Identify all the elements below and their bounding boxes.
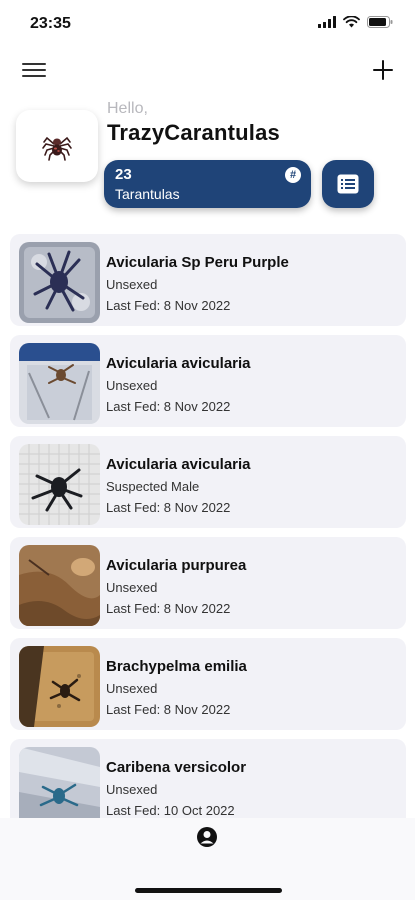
greeting-section: Hello, TrazyCarantulas 23 Tarantulas # bbox=[0, 100, 415, 220]
bottom-tab-bar bbox=[0, 818, 415, 900]
list-icon bbox=[337, 174, 359, 194]
tarantula-photo bbox=[19, 747, 100, 819]
sex-label: Unsexed bbox=[106, 782, 158, 797]
tarantula-count-card[interactable]: 23 Tarantulas # bbox=[104, 160, 311, 208]
sex-label: Suspected Male bbox=[106, 479, 200, 494]
list-item[interactable]: Avicularia avicularia Suspected Male Las… bbox=[10, 436, 406, 528]
menu-button[interactable] bbox=[22, 63, 46, 81]
tarantula-count: 23 bbox=[115, 166, 132, 183]
last-fed-label: Last Fed: 8 Nov 2022 bbox=[106, 298, 231, 313]
cellular-signal-icon bbox=[318, 16, 336, 28]
sex-label: Unsexed bbox=[106, 277, 158, 292]
tarantula-photo bbox=[19, 343, 100, 424]
sex-label: Unsexed bbox=[106, 681, 158, 696]
species-name: Caribena versicolor bbox=[106, 759, 247, 776]
last-fed-label: Last Fed: 8 Nov 2022 bbox=[106, 500, 231, 515]
person-circle-icon bbox=[197, 827, 217, 847]
sex-label: Unsexed bbox=[106, 580, 158, 595]
last-fed-label: Last Fed: 8 Nov 2022 bbox=[106, 702, 231, 717]
top-nav bbox=[0, 58, 415, 88]
list-item[interactable]: Avicularia Sp Peru Purple Unsexed Last F… bbox=[10, 234, 406, 326]
tarantula-count-label: Tarantulas bbox=[115, 186, 180, 202]
username: TrazyCarantulas bbox=[107, 120, 280, 145]
tarantula-photo bbox=[19, 242, 100, 323]
battery-icon bbox=[367, 16, 393, 28]
plus-icon bbox=[373, 60, 393, 80]
wifi-icon bbox=[343, 16, 360, 28]
last-fed-label: Last Fed: 8 Nov 2022 bbox=[106, 399, 231, 414]
last-fed-label: Last Fed: 8 Nov 2022 bbox=[106, 601, 231, 616]
tarantula-photo bbox=[19, 444, 100, 525]
hamburger-menu-icon bbox=[22, 63, 46, 77]
list-item[interactable]: Avicularia avicularia Unsexed Last Fed: … bbox=[10, 335, 406, 427]
status-icons bbox=[318, 16, 393, 28]
list-item[interactable]: Caribena versicolor Unsexed Last Fed: 10… bbox=[10, 739, 406, 819]
hash-icon: # bbox=[285, 167, 301, 183]
tarantula-list[interactable]: Avicularia Sp Peru Purple Unsexed Last F… bbox=[10, 234, 406, 819]
tarantula-photo bbox=[19, 646, 100, 727]
species-name: Avicularia avicularia bbox=[106, 456, 251, 473]
profile-tab[interactable] bbox=[196, 826, 218, 848]
list-item[interactable]: Brachypelma emilia Unsexed Last Fed: 8 N… bbox=[10, 638, 406, 730]
last-fed-label: Last Fed: 10 Oct 2022 bbox=[106, 803, 235, 818]
species-name: Avicularia Sp Peru Purple bbox=[106, 254, 289, 271]
add-tarantula-button[interactable] bbox=[371, 58, 395, 84]
avatar[interactable] bbox=[16, 110, 98, 182]
species-name: Brachypelma emilia bbox=[106, 658, 247, 675]
status-time: 23:35 bbox=[30, 15, 71, 32]
spider-icon bbox=[42, 136, 72, 161]
tarantula-photo bbox=[19, 545, 100, 626]
list-view-button[interactable] bbox=[322, 160, 374, 208]
status-bar: 23:35 bbox=[0, 0, 415, 48]
species-name: Avicularia avicularia bbox=[106, 355, 251, 372]
sex-label: Unsexed bbox=[106, 378, 158, 393]
home-indicator bbox=[135, 888, 282, 893]
list-item[interactable]: Avicularia purpurea Unsexed Last Fed: 8 … bbox=[10, 537, 406, 629]
greeting-text: Hello, bbox=[107, 100, 148, 117]
species-name: Avicularia purpurea bbox=[106, 557, 247, 574]
